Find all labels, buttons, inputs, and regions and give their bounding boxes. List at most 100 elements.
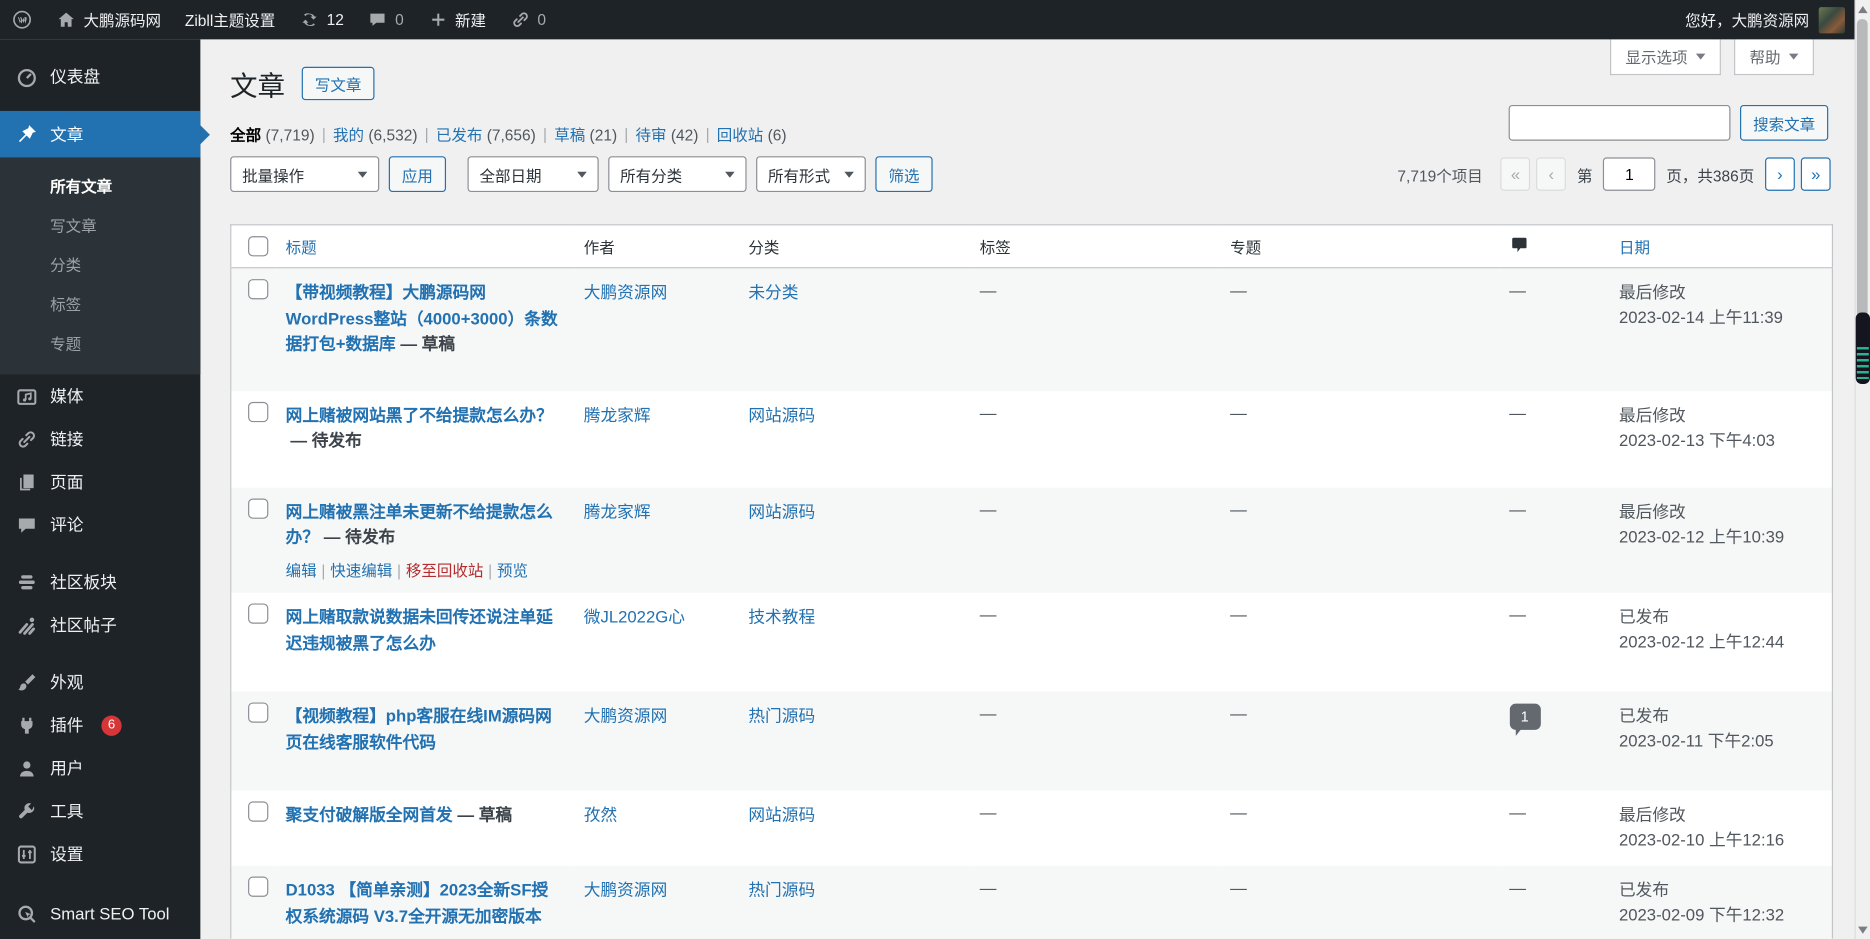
sidebar-item-posts[interactable]: 文章 bbox=[0, 111, 200, 158]
category-link[interactable]: 网站源码 bbox=[748, 805, 815, 824]
filter-button[interactable]: 筛选 bbox=[875, 156, 932, 192]
wordpress-logo-icon bbox=[12, 10, 32, 30]
row-checkbox[interactable] bbox=[248, 401, 268, 421]
post-title-link[interactable]: 聚支付破解版全网首发 bbox=[286, 805, 453, 824]
apply-button[interactable]: 应用 bbox=[389, 156, 446, 192]
sidebar-item-comments[interactable]: 评论 bbox=[0, 503, 200, 546]
category-link[interactable]: 网站源码 bbox=[748, 405, 815, 424]
row-checkbox[interactable] bbox=[248, 801, 268, 821]
category-link[interactable]: 技术教程 bbox=[748, 607, 815, 626]
comment-count-bubble[interactable]: 1 bbox=[1509, 703, 1540, 729]
post-title-link[interactable]: 网上赌被网站黑了不给提款怎么办？ bbox=[286, 405, 553, 424]
author-link[interactable]: 大鹏资源网 bbox=[584, 880, 667, 899]
sidebar-item-users[interactable]: 用户 bbox=[0, 747, 200, 790]
row-checkbox[interactable] bbox=[248, 702, 268, 722]
wordpress-logo-menu[interactable] bbox=[0, 0, 44, 39]
admin-sidebar: 仪表盘 文章 所有文章 写文章 分类 标签 专题 媒体 bbox=[0, 39, 200, 939]
sidebar-item-appearance[interactable]: 外观 bbox=[0, 661, 200, 704]
edit-link[interactable]: 编辑 bbox=[286, 562, 317, 580]
row-checkbox[interactable] bbox=[248, 498, 268, 518]
site-name-menu[interactable]: 大鹏源码网 bbox=[44, 0, 173, 39]
add-new-post-button[interactable]: 写文章 bbox=[302, 67, 375, 100]
sidebar-item-forums[interactable]: 社区板块 bbox=[0, 561, 200, 604]
header-date[interactable]: 日期 bbox=[1609, 225, 1832, 268]
category-link[interactable]: 网站源码 bbox=[748, 501, 815, 520]
table-row: 网上赌被网站黑了不给提款怎么办？— 待发布 腾龙家辉 网站源码 — — — 最后… bbox=[231, 391, 1833, 488]
post-title-link[interactable]: 【视频教程】php客服在线IM源码网页在线客服软件代码 bbox=[286, 706, 552, 751]
updates-menu[interactable]: 12 bbox=[287, 0, 356, 39]
screen-options-tab[interactable]: 显示选项 bbox=[1610, 39, 1721, 75]
account-menu[interactable]: 您好，大鹏资源网 bbox=[1685, 7, 1854, 33]
sidebar-item-pages[interactable]: 页面 bbox=[0, 460, 200, 503]
sidebar-item-zibll-store[interactable]: Zibll商城 bbox=[0, 935, 200, 939]
author-link[interactable]: 孜然 bbox=[584, 805, 617, 824]
quick-edit-link[interactable]: 快速编辑 bbox=[330, 562, 392, 580]
category-link[interactable]: 未分类 bbox=[748, 283, 798, 302]
filter-draft[interactable]: 草稿 (21) bbox=[554, 122, 617, 145]
posts-submenu: 所有文章 写文章 分类 标签 专题 bbox=[0, 157, 200, 374]
post-title-link[interactable]: D1033 【简单亲测】2023全新SF授权系统源码 V3.7全开源无加密版本 bbox=[286, 880, 549, 925]
author-link[interactable]: 微JL2022G心 bbox=[584, 607, 685, 626]
comments-cell: — bbox=[1500, 487, 1610, 592]
sidebar-item-tools[interactable]: 工具 bbox=[0, 790, 200, 833]
row-checkbox[interactable] bbox=[248, 876, 268, 896]
avatar bbox=[1819, 7, 1845, 33]
last-page-button[interactable]: » bbox=[1801, 157, 1831, 190]
next-page-button[interactable]: › bbox=[1765, 157, 1795, 190]
category-link[interactable]: 热门源码 bbox=[748, 706, 815, 725]
search-posts-button[interactable]: 搜索文章 bbox=[1740, 105, 1828, 141]
filter-published[interactable]: 已发布 (7,656) bbox=[436, 122, 536, 145]
header-title[interactable]: 标题 bbox=[276, 225, 574, 268]
submenu-all-posts[interactable]: 所有文章 bbox=[0, 166, 200, 205]
submenu-topics[interactable]: 专题 bbox=[0, 323, 200, 362]
table-header-row: 标题 作者 分类 标签 专题 日期 bbox=[231, 225, 1833, 268]
submenu-categories[interactable]: 分类 bbox=[0, 244, 200, 283]
scroll-up-icon[interactable] bbox=[1858, 6, 1868, 13]
submenu-tags[interactable]: 标签 bbox=[0, 284, 200, 323]
new-content-menu[interactable]: 新建 bbox=[416, 0, 498, 39]
sidebar-item-settings[interactable]: 设置 bbox=[0, 832, 200, 875]
bulk-action-select[interactable]: 批量操作 bbox=[230, 156, 379, 192]
select-arrow-icon bbox=[844, 171, 854, 177]
scroll-down-icon[interactable] bbox=[1858, 927, 1868, 934]
search-input[interactable] bbox=[1509, 105, 1731, 141]
row-checkbox[interactable] bbox=[248, 279, 268, 299]
vertical-scrollbar[interactable] bbox=[1854, 0, 1870, 939]
sidebar-label: 媒体 bbox=[50, 384, 83, 408]
select-all-checkbox[interactable] bbox=[248, 236, 268, 256]
sidebar-label: 页面 bbox=[50, 470, 83, 494]
sidebar-label: 用户 bbox=[50, 756, 83, 780]
row-checkbox[interactable] bbox=[248, 603, 268, 623]
category-filter-select[interactable]: 所有分类 bbox=[608, 156, 746, 192]
tags-cell: — bbox=[970, 487, 1220, 592]
filter-all[interactable]: 全部 (7,719) bbox=[230, 122, 314, 145]
sidebar-item-links[interactable]: 链接 bbox=[0, 417, 200, 460]
sidebar-item-dashboard[interactable]: 仪表盘 bbox=[0, 56, 200, 97]
sidebar-item-plugins[interactable]: 插件 6 bbox=[0, 704, 200, 747]
post-title-link[interactable]: 网上赌取款说数据未回传还说注单延迟违规被黑了怎么办 bbox=[286, 607, 553, 652]
category-link[interactable]: 热门源码 bbox=[748, 880, 815, 899]
help-tab[interactable]: 帮助 bbox=[1734, 39, 1814, 75]
trash-link[interactable]: 移至回收站 bbox=[406, 562, 484, 580]
author-link[interactable]: 大鹏资源网 bbox=[584, 706, 667, 725]
comment-bubble-icon bbox=[14, 513, 38, 536]
author-link[interactable]: 大鹏资源网 bbox=[584, 283, 667, 302]
submenu-add-new[interactable]: 写文章 bbox=[0, 205, 200, 244]
filter-trash[interactable]: 回收站 (6) bbox=[717, 122, 787, 145]
format-filter-select[interactable]: 所有形式 bbox=[756, 156, 866, 192]
sidebar-item-media[interactable]: 媒体 bbox=[0, 374, 200, 417]
sidebar-item-smart-seo-tool[interactable]: Smart SEO Tool bbox=[0, 892, 200, 935]
zibll-theme-settings-menu[interactable]: Zibll主题设置 bbox=[173, 0, 287, 39]
filter-pending[interactable]: 待审 (42) bbox=[635, 122, 698, 145]
author-link[interactable]: 腾龙家辉 bbox=[584, 501, 651, 520]
sidebar-label: 工具 bbox=[50, 799, 83, 823]
sidebar-item-community-posts[interactable]: 社区帖子 bbox=[0, 603, 200, 646]
filter-mine[interactable]: 我的 (6,532) bbox=[333, 122, 417, 145]
links-menu[interactable]: 0 bbox=[498, 0, 558, 39]
preview-link[interactable]: 预览 bbox=[497, 562, 528, 580]
author-link[interactable]: 腾龙家辉 bbox=[584, 405, 651, 424]
comments-cell: — bbox=[1500, 791, 1610, 866]
comments-menu[interactable]: 0 bbox=[356, 0, 416, 39]
current-page-input[interactable] bbox=[1603, 157, 1655, 190]
date-filter-select[interactable]: 全部日期 bbox=[468, 156, 599, 192]
